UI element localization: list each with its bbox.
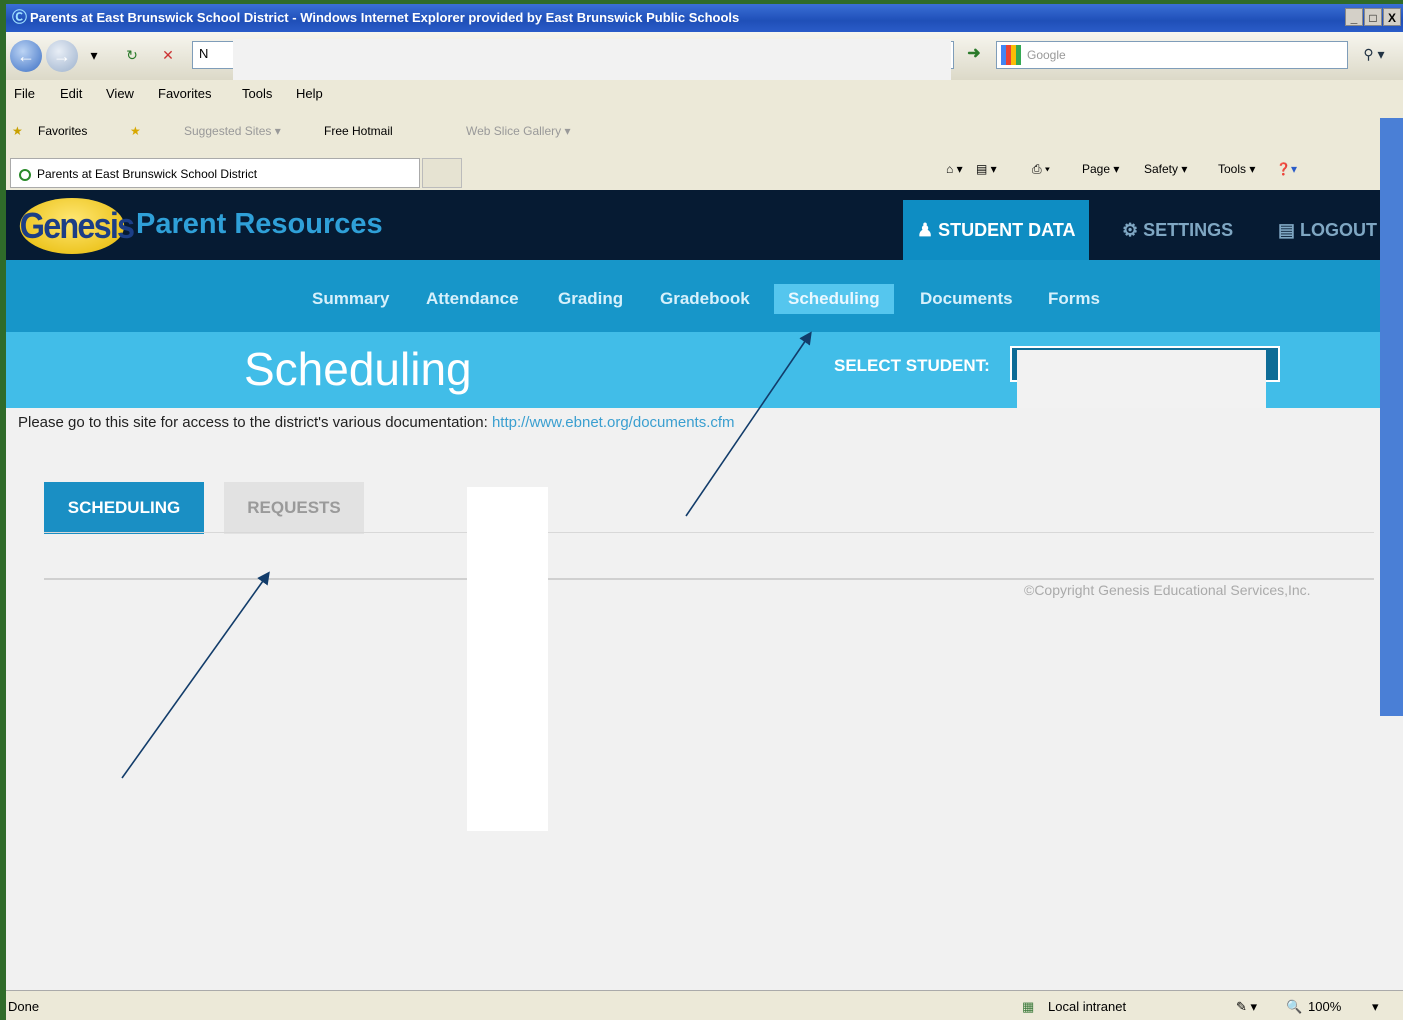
- documentation-notice: Please go to this site for access to the…: [18, 414, 735, 431]
- page-title: Scheduling: [244, 343, 472, 395]
- browser-window: Ⓒ Parents at East Brunswick School Distr…: [6, 4, 1403, 1020]
- zoom-dropdown-icon[interactable]: ▾: [1372, 999, 1379, 1015]
- address-toolbar: ← → ▾ ↻ ✕ N ➜ Google ⚲ ▾: [6, 32, 1403, 94]
- history-dropdown-icon[interactable]: ▾: [84, 45, 104, 65]
- go-arrow-icon[interactable]: ➜: [964, 44, 984, 64]
- stop-icon[interactable]: ✕: [158, 45, 178, 65]
- zoom-level[interactable]: 100%: [1308, 999, 1341, 1014]
- tab-student-data[interactable]: ♟ STUDENT DATA: [903, 200, 1090, 260]
- help-icon[interactable]: ❓▾: [1276, 162, 1297, 176]
- search-icon[interactable]: ⚲ ▾: [1356, 42, 1392, 66]
- site-favicon-icon: [19, 169, 31, 181]
- menu-view[interactable]: View: [106, 86, 134, 101]
- refresh-icon[interactable]: ↻: [122, 45, 142, 65]
- content-redaction: [467, 487, 548, 831]
- tab-settings-label: SETTINGS: [1143, 220, 1234, 240]
- brand-title: Parent Resources: [136, 208, 383, 240]
- menu-tools[interactable]: Tools: [242, 86, 272, 101]
- browser-tab-bar: Parents at East Brunswick School Distric…: [6, 154, 1403, 190]
- genesis-logo[interactable]: Genesis: [19, 198, 135, 254]
- genesis-header: Genesis Parent Resources ♟ STUDENT DATA …: [6, 190, 1403, 260]
- ie-logo-icon: Ⓒ: [12, 9, 28, 26]
- menu-help[interactable]: Help: [296, 86, 323, 101]
- subnav-documents[interactable]: Documents: [906, 284, 1027, 314]
- search-input[interactable]: Google: [996, 41, 1348, 69]
- page-menu[interactable]: Page ▾: [1082, 162, 1119, 176]
- favorites-bar: ★ Favorites ★ Suggested Sites ▾ Free Hot…: [6, 116, 1403, 146]
- window-titlebar: Ⓒ Parents at East Brunswick School Distr…: [6, 4, 1403, 32]
- fav-free-hotmail[interactable]: Free Hotmail: [324, 124, 393, 138]
- subnav-gradebook[interactable]: Gradebook: [646, 284, 764, 314]
- subnav-forms[interactable]: Forms: [1034, 284, 1114, 314]
- zoom-icon[interactable]: 🔍: [1286, 999, 1302, 1015]
- documentation-link[interactable]: http://www.ebnet.org/documents.cfm: [492, 414, 735, 431]
- window-title: Parents at East Brunswick School Distric…: [30, 10, 740, 25]
- menu-edit[interactable]: Edit: [60, 86, 82, 101]
- forward-button[interactable]: →: [46, 40, 78, 72]
- safety-menu[interactable]: Safety ▾: [1144, 162, 1187, 176]
- menu-bar: File Edit View Favorites Tools Help: [6, 80, 1403, 108]
- status-bar: Done ▦ Local intranet ✎ ▾ 🔍 100% ▾: [6, 990, 1403, 1020]
- content-divider: [44, 578, 1374, 580]
- web-page: Genesis Parent Resources ♟ STUDENT DATA …: [6, 190, 1403, 990]
- favorites-button[interactable]: Favorites: [38, 124, 87, 138]
- sub-navigation: Summary Attendance Grading Gradebook Sch…: [6, 260, 1403, 332]
- tab-logout-label: LOGOUT: [1300, 220, 1378, 240]
- back-button[interactable]: ←: [10, 40, 42, 72]
- new-tab-button[interactable]: [422, 158, 462, 188]
- add-favorite-icon[interactable]: ★: [130, 124, 141, 138]
- subnav-scheduling[interactable]: Scheduling: [774, 284, 894, 314]
- protected-mode-icon[interactable]: ✎ ▾: [1236, 999, 1257, 1015]
- minimize-button[interactable]: _: [1345, 8, 1363, 26]
- student-name-redaction: [1017, 350, 1266, 408]
- google-icon: [1001, 45, 1021, 65]
- fav-web-slice-gallery[interactable]: Web Slice Gallery ▾: [466, 124, 571, 138]
- favorites-star-icon: ★: [12, 124, 23, 138]
- home-icon[interactable]: ⌂ ▾: [946, 162, 963, 176]
- student-data-icon: ♟: [917, 220, 934, 240]
- fav-suggested-sites[interactable]: Suggested Sites ▾: [184, 124, 281, 138]
- tab-settings[interactable]: ⚙ SETTINGS: [1122, 200, 1233, 260]
- subnav-summary[interactable]: Summary: [298, 284, 403, 314]
- tab-scheduling[interactable]: SCHEDULING: [44, 482, 204, 534]
- tab-divider: [44, 532, 1374, 533]
- menu-file[interactable]: File: [14, 86, 35, 101]
- copyright-text: ©Copyright Genesis Educational Services,…: [1024, 582, 1311, 598]
- browser-tab-label: Parents at East Brunswick School Distric…: [37, 167, 258, 181]
- print-icon[interactable]: ⎙ ▾: [1032, 162, 1050, 177]
- close-button[interactable]: X: [1383, 8, 1401, 26]
- status-text: Done: [8, 999, 40, 1014]
- tools-menu[interactable]: Tools ▾: [1218, 162, 1255, 176]
- lock-icon: ▤: [1278, 220, 1296, 240]
- documentation-text: Please go to this site for access to the…: [18, 414, 488, 431]
- select-student-label: SELECT STUDENT:: [834, 356, 990, 375]
- intranet-icon: ▦: [1022, 999, 1035, 1014]
- browser-tab[interactable]: Parents at East Brunswick School Distric…: [10, 158, 420, 188]
- tab-student-data-label: STUDENT DATA: [938, 220, 1076, 240]
- menu-favorites[interactable]: Favorites: [158, 86, 211, 101]
- subnav-grading[interactable]: Grading: [544, 284, 637, 314]
- tab-requests[interactable]: REQUESTS: [224, 482, 364, 534]
- maximize-button[interactable]: □: [1364, 8, 1382, 26]
- subnav-attendance[interactable]: Attendance: [412, 284, 533, 314]
- search-placeholder: Google: [1027, 48, 1066, 62]
- zone-label: Local intranet: [1048, 999, 1127, 1014]
- feeds-icon[interactable]: ▤ ▾: [976, 162, 997, 176]
- url-prefix: N: [199, 46, 209, 61]
- tab-logout[interactable]: ▤ LOGOUT: [1278, 200, 1377, 260]
- side-panel: [1380, 118, 1403, 716]
- page-title-band: Scheduling SELECT STUDENT:: [6, 332, 1403, 408]
- settings-gear-icon: ⚙: [1122, 220, 1139, 240]
